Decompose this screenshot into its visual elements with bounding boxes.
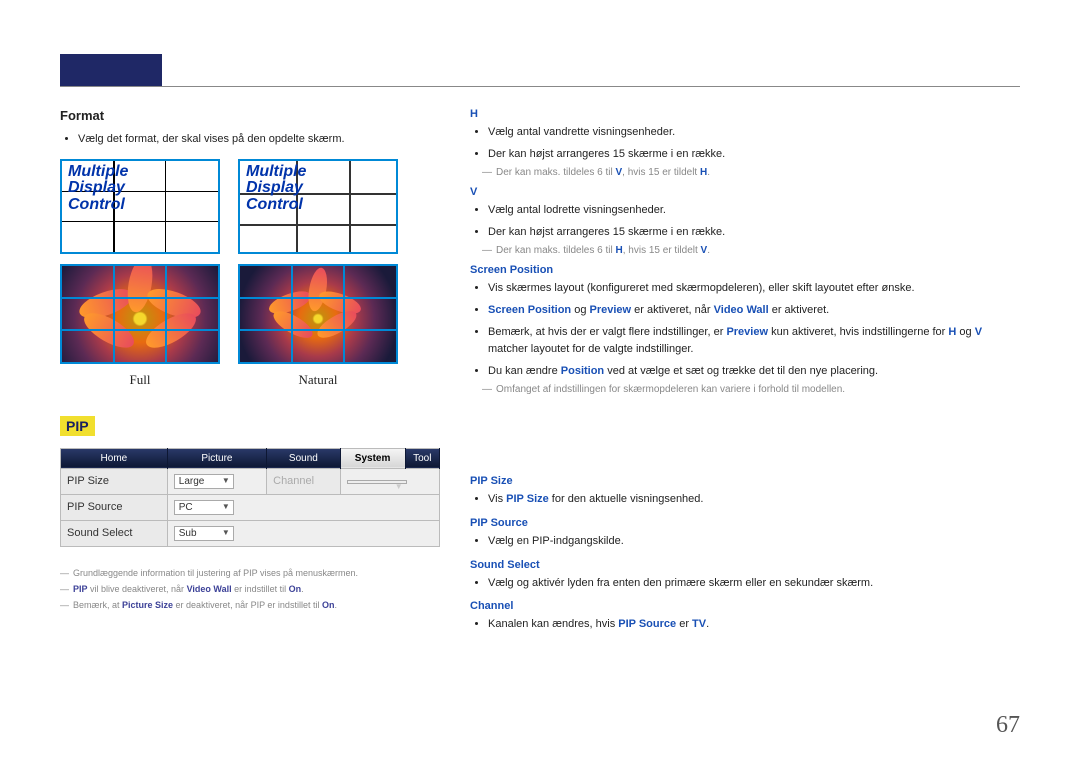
v-heading: V [470, 186, 1020, 198]
pip-note-1: Grundlæggende information til justering … [60, 565, 440, 581]
tab-system[interactable]: System [340, 448, 405, 468]
page-number: 67 [996, 712, 1020, 739]
channel-heading: Channel [470, 600, 1020, 612]
tab-picture[interactable]: Picture [167, 448, 266, 468]
header-rule [60, 86, 1020, 87]
sound-select-bullet: Vælg og aktivér lyden fra enten den prim… [488, 575, 1020, 593]
format-full-image [60, 264, 220, 364]
sp-bullet-3: Bemærk, at hvis der er valgt flere indst… [488, 324, 1020, 359]
label-sound-select: Sound Select [61, 520, 168, 546]
dropdown-pip-source[interactable]: PC [174, 500, 234, 515]
format-bullet: Vælg det format, der skal vises på den o… [78, 131, 440, 149]
h-bullet-2: Der kan højst arrangeres 15 skærme i en … [488, 146, 1020, 164]
caption-natural: Natural [238, 372, 398, 388]
sp-bullet-4: Du kan ændre Position ved at vælge et sæ… [488, 363, 1020, 381]
pip-size-bullet: Vis PIP Size for den aktuelle visningsen… [488, 491, 1020, 509]
pip-size-heading: PIP Size [470, 475, 1020, 487]
channel-bullet: Kanalen kan ændres, hvis PIP Source er T… [488, 616, 1020, 634]
pip-source-bullet: Vælg en PIP-indgangskilde. [488, 533, 1020, 551]
h-heading: H [470, 108, 1020, 120]
v-bullet-2: Der kan højst arrangeres 15 skærme i en … [488, 224, 1020, 242]
mdc-text-natural: MultipleDisplayControl [246, 164, 306, 214]
tab-tool[interactable]: Tool [405, 448, 439, 468]
v-note: Der kan maks. tildeles 6 til H, hvis 15 … [482, 245, 1020, 256]
pip-note-2: PIP vil blive deaktiveret, når Video Wal… [60, 581, 440, 597]
sp-bullet-2: Screen Position og Preview er aktiveret,… [488, 302, 1020, 320]
label-pip-source: PIP Source [61, 494, 168, 520]
screen-position-heading: Screen Position [470, 264, 1020, 276]
tab-home[interactable]: Home [61, 448, 168, 468]
mdc-text-full: MultipleDisplayControl [68, 164, 128, 214]
v-bullet-1: Vælg antal lodrette visningsenheder. [488, 202, 1020, 220]
format-full-grid: MultipleDisplayControl [60, 159, 220, 254]
pip-settings-panel: Home Picture Sound System Tool PIP Size … [60, 448, 440, 547]
sp-bullet-1: Vis skærmes layout (konfigureret med skæ… [488, 280, 1020, 298]
dropdown-channel [347, 480, 407, 484]
pip-note-3: Bemærk, at Picture Size er deaktiveret, … [60, 597, 440, 613]
label-channel: Channel [267, 468, 340, 494]
header-tab [60, 54, 162, 86]
sp-note: Omfanget af indstillingen for skærmopdel… [482, 384, 1020, 395]
h-bullet-1: Vælg antal vandrette visningsenheder. [488, 124, 1020, 142]
pip-source-heading: PIP Source [470, 517, 1020, 529]
dropdown-pip-size[interactable]: Large [174, 474, 234, 489]
h-note: Der kan maks. tildeles 6 til V, hvis 15 … [482, 167, 1020, 178]
tab-sound[interactable]: Sound [267, 448, 340, 468]
format-natural-image [238, 264, 398, 364]
dropdown-sound-select[interactable]: Sub [174, 526, 234, 541]
caption-full: Full [60, 372, 220, 388]
format-heading: Format [60, 108, 440, 123]
label-pip-size: PIP Size [61, 468, 168, 494]
sound-select-heading: Sound Select [470, 559, 1020, 571]
format-natural-grid: MultipleDisplayControl [238, 159, 398, 254]
pip-label: PIP [60, 416, 95, 436]
